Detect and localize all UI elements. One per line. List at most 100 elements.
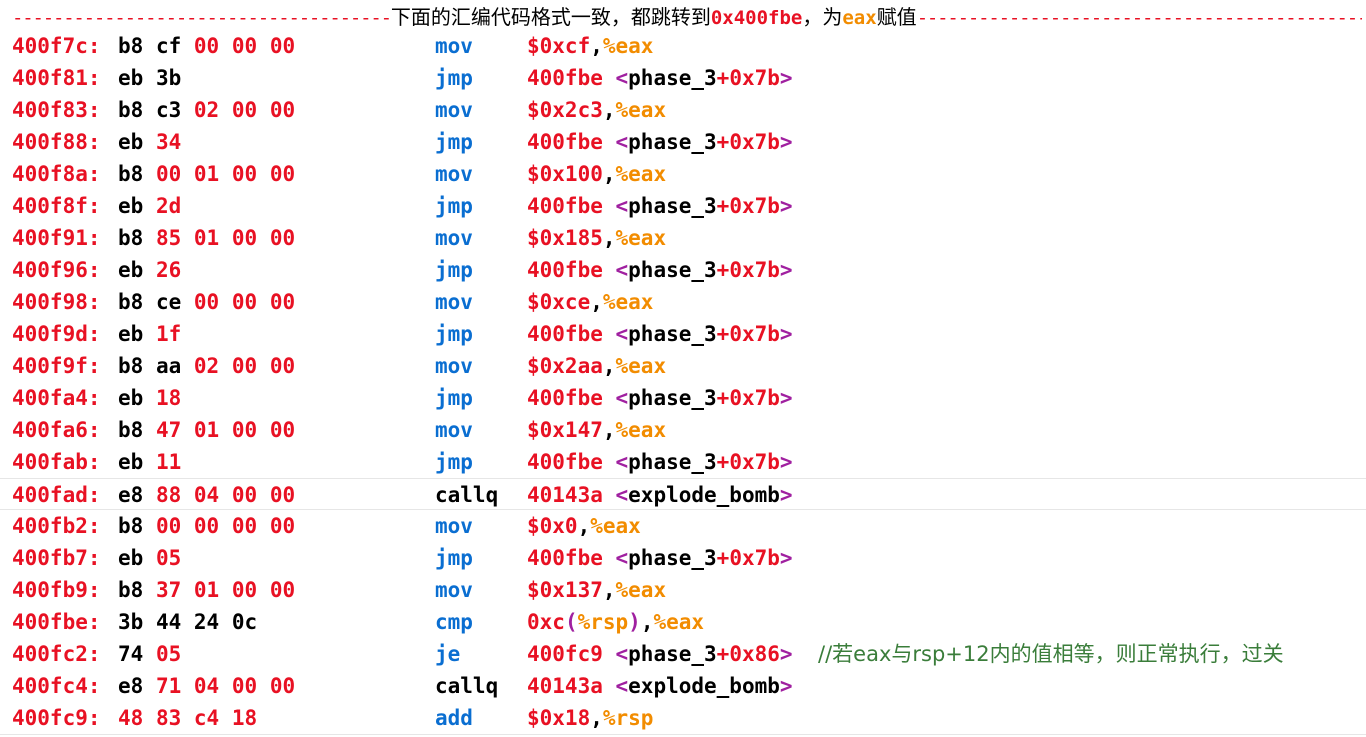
header-text-end: 赋值 [876, 5, 917, 29]
operand-token: 400fbe [527, 386, 603, 410]
opcode-byte: aa [155, 354, 182, 378]
operand-token: < [602, 194, 629, 218]
operand-token: +0x7b [716, 130, 780, 154]
operand-token: %eax [602, 290, 654, 314]
instruction-bytes: eb 3b [118, 62, 181, 94]
instruction-address: 400f8a: [12, 162, 101, 186]
operand-token: 40143a [527, 674, 603, 698]
instruction-mnemonic: mov [435, 98, 473, 122]
opcode-byte: 00 [231, 674, 258, 698]
opcode-byte: 00 [231, 34, 258, 58]
operand-token: phase_3 [628, 386, 717, 410]
opcode-byte: e8 [118, 483, 144, 507]
operand-token: , [577, 514, 591, 538]
operand-token: $0x100 [527, 162, 603, 186]
opcode-byte: 34 [155, 130, 182, 154]
opcode-byte: 04 [193, 674, 220, 698]
instruction-bytes: 74 05 [118, 638, 181, 670]
instruction-mnemonic: jmp [435, 194, 473, 218]
operand-token: +0x7b [716, 386, 780, 410]
opcode-byte: 00 [231, 98, 258, 122]
opcode-byte: 88 [155, 483, 182, 507]
operand-token: > [779, 322, 793, 346]
instruction-bytes: b8 ce 00 00 00 [118, 286, 295, 318]
opcode-byte: b8 [118, 578, 144, 602]
instruction-address: 400f98: [12, 290, 101, 314]
opcode-byte: 00 [269, 162, 296, 186]
opcode-byte: ce [155, 290, 182, 314]
opcode-byte: b8 [118, 162, 144, 186]
opcode-byte: 00 [193, 514, 220, 538]
operand-token: phase_3 [628, 194, 717, 218]
operand-token: $0x185 [527, 226, 603, 250]
opcode-byte: 00 [269, 290, 296, 314]
instruction-mnemonic: callq [435, 483, 499, 507]
opcode-byte: eb [118, 386, 144, 410]
instruction-address: 400f96: [12, 258, 101, 282]
instruction-address: 400f81: [12, 66, 101, 90]
instruction-bytes: eb 05 [118, 542, 181, 574]
instruction-operands: $0xce,%eax [527, 286, 653, 318]
instruction-address: 400fad: [12, 483, 101, 507]
instruction-operands: $0xcf,%eax [527, 30, 653, 62]
code-line: 400fb9: b8 37 01 00 00 mov $0x137,%eax [0, 574, 1366, 606]
opcode-byte: 83 [155, 706, 182, 730]
instruction-address: 400fc9: [12, 706, 101, 730]
operand-token: 400fbe [527, 66, 603, 90]
operand-token: %rsp [577, 610, 629, 634]
instruction-operands: 400fbe <phase_3+0x7b> [527, 318, 793, 350]
operand-token: > [779, 130, 793, 154]
opcode-byte: 00 [231, 354, 258, 378]
instruction-mnemonic: mov [435, 354, 473, 378]
instruction-operands: 400fc9 <phase_3+0x86> [527, 638, 793, 670]
opcode-byte: b8 [118, 34, 144, 58]
header-dashes-right: ----------------------------------------… [916, 7, 1362, 29]
opcode-byte: 01 [193, 418, 220, 442]
instruction-operands: 400fbe <phase_3+0x7b> [527, 254, 793, 286]
instruction-bytes: b8 47 01 00 00 [118, 414, 295, 446]
operand-token: %eax [615, 578, 667, 602]
code-line: 400f9f: b8 aa 02 00 00 mov $0x2aa,%eax [0, 350, 1366, 382]
instruction-bytes: b8 37 01 00 00 [118, 574, 295, 606]
instruction-operands: $0x2c3,%eax [527, 94, 666, 126]
header-text-mid: ，为 [802, 5, 843, 29]
operand-token: %rsp [602, 706, 654, 730]
operand-token: phase_3 [628, 322, 717, 346]
code-line: 400fc4: e8 71 04 00 00 callq 40143a <explod… [0, 670, 1366, 702]
opcode-byte: 00 [269, 674, 296, 698]
operand-token: , [602, 418, 616, 442]
operand-token: > [779, 642, 793, 666]
operand-token: 400fbe [527, 322, 603, 346]
opcode-byte: eb [118, 546, 144, 570]
opcode-byte: eb [118, 66, 144, 90]
code-line: 400fb2: b8 00 00 00 00 mov $0x0,%eax [0, 510, 1366, 542]
instruction-mnemonic: mov [435, 514, 473, 538]
operand-token: $0xcf [527, 34, 591, 58]
opcode-byte: 02 [193, 98, 220, 122]
code-line: 400fa4: eb 18 jmp 400fbe <phase_3+0x7b> [0, 382, 1366, 414]
opcode-byte: eb [118, 258, 144, 282]
instruction-operands: 40143a <explode_bomb> [527, 670, 793, 702]
operand-token: %eax [615, 162, 667, 186]
opcode-byte: 01 [193, 226, 220, 250]
instruction-bytes: eb 2d [118, 190, 181, 222]
operand-token: > [779, 258, 793, 282]
opcode-byte: 00 [269, 483, 296, 507]
operand-token: $0x0 [527, 514, 578, 538]
operand-token: < [602, 483, 629, 507]
opcode-byte: 71 [155, 674, 182, 698]
operand-token: < [602, 674, 629, 698]
instruction-operands: $0x0,%eax [527, 510, 641, 542]
operand-token: %eax [615, 226, 667, 250]
instruction-bytes: e8 88 04 00 00 [118, 479, 295, 511]
opcode-byte: 00 [231, 578, 258, 602]
opcode-byte: 44 [155, 610, 182, 634]
opcode-byte: 37 [155, 578, 182, 602]
operand-token: %eax [615, 418, 667, 442]
operand-token: , [590, 34, 603, 58]
operand-token: explode_bomb [628, 674, 780, 698]
operand-token: 0xc [527, 610, 565, 634]
instruction-bytes: eb 26 [118, 254, 181, 286]
instruction-mnemonic: mov [435, 162, 473, 186]
instruction-operands: 40143a <explode_bomb> [527, 479, 793, 511]
